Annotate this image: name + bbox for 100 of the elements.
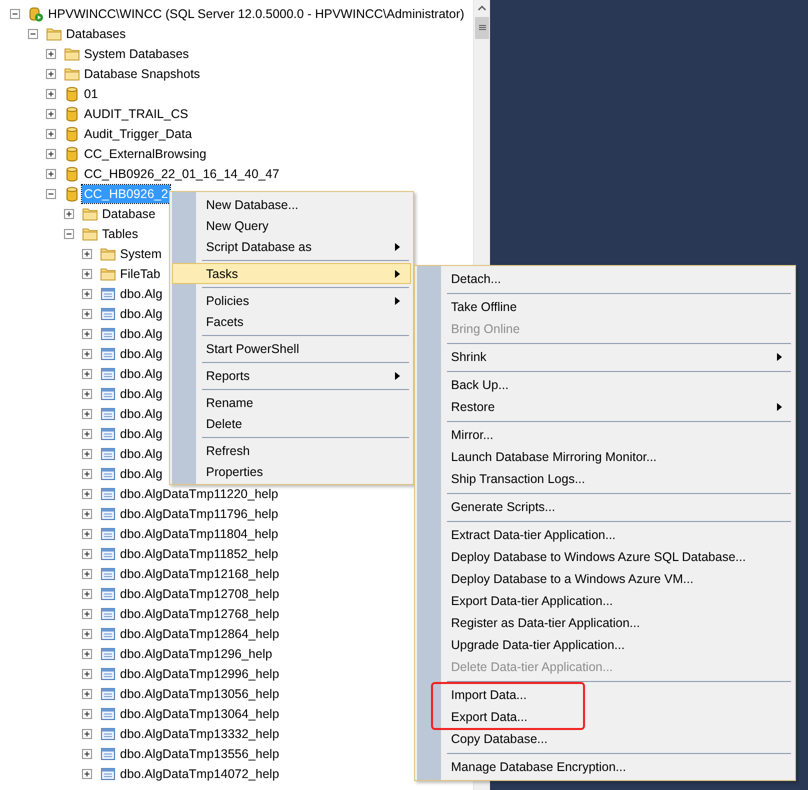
menu-item[interactable]: Register as Data-tier Application... — [417, 612, 793, 634]
expand-icon[interactable] — [82, 628, 93, 640]
tree-item[interactable]: dbo.Alg — [118, 465, 164, 483]
expand-icon[interactable] — [82, 668, 93, 680]
menu-item[interactable]: New Database... — [172, 194, 411, 215]
tree-item[interactable]: Databases — [64, 25, 128, 43]
menu-item[interactable]: Restore — [417, 396, 793, 418]
expand-icon[interactable] — [82, 488, 93, 500]
tree-item[interactable]: dbo.Alg — [118, 325, 164, 343]
tree-item[interactable]: dbo.AlgDataTmp11804_help — [118, 525, 280, 543]
expand-icon[interactable] — [82, 468, 93, 480]
expand-icon[interactable] — [82, 548, 93, 560]
expand-icon[interactable] — [46, 68, 57, 80]
tree-item[interactable]: dbo.AlgDataTmp13332_help — [118, 725, 282, 743]
expand-icon[interactable] — [82, 328, 93, 340]
expand-icon[interactable] — [82, 588, 93, 600]
collapse-icon[interactable] — [46, 188, 57, 200]
expand-icon[interactable] — [82, 708, 93, 720]
expand-icon[interactable] — [46, 168, 57, 180]
menu-item[interactable]: Ship Transaction Logs... — [417, 468, 793, 490]
tree-item[interactable]: dbo.AlgDataTmp12708_help — [118, 585, 282, 603]
tree-item[interactable]: AUDIT_TRAIL_CS — [82, 105, 190, 123]
tree-item[interactable]: dbo.AlgDataTmp12768_help — [118, 605, 282, 623]
menu-item[interactable]: Upgrade Data-tier Application... — [417, 634, 793, 656]
tree-item[interactable]: FileTab — [118, 265, 162, 283]
collapse-icon[interactable] — [10, 8, 21, 20]
menu-item[interactable]: Generate Scripts... — [417, 496, 793, 518]
expand-icon[interactable] — [46, 148, 57, 160]
expand-icon[interactable] — [82, 388, 93, 400]
tree-item[interactable]: dbo.Alg — [118, 345, 164, 363]
menu-item[interactable]: Deploy Database to Windows Azure SQL Database... — [417, 546, 793, 568]
expand-icon[interactable] — [82, 508, 93, 520]
tree-item[interactable]: 01 — [82, 85, 100, 103]
tree-item[interactable]: Database — [100, 205, 158, 223]
menu-item[interactable]: Take Offline — [417, 296, 793, 318]
menu-item[interactable]: Mirror... — [417, 424, 793, 446]
tree-item[interactable]: dbo.Alg — [118, 305, 164, 323]
tree-item[interactable]: dbo.Alg — [118, 365, 164, 383]
expand-icon[interactable] — [82, 688, 93, 700]
expand-icon[interactable] — [82, 748, 93, 760]
expand-icon[interactable] — [82, 528, 93, 540]
menu-item[interactable]: Shrink — [417, 346, 793, 368]
menu-item[interactable]: Refresh — [172, 440, 411, 461]
expand-icon[interactable] — [82, 608, 93, 620]
expand-icon[interactable] — [46, 48, 57, 60]
tree-item[interactable]: System Databases — [82, 45, 191, 63]
expand-icon[interactable] — [82, 308, 93, 320]
tree-item[interactable]: dbo.AlgDataTmp13056_help — [118, 685, 282, 703]
menu-item[interactable]: Policies — [172, 290, 411, 311]
tree-item[interactable]: Audit_Trigger_Data — [82, 125, 194, 143]
menu-item[interactable]: Tasks — [172, 263, 411, 284]
tree-item[interactable]: Database Snapshots — [82, 65, 202, 83]
scroll-thumb[interactable] — [475, 17, 489, 39]
menu-item[interactable]: Copy Database... — [417, 728, 793, 750]
tree-item[interactable]: dbo.Alg — [118, 385, 164, 403]
expand-icon[interactable] — [82, 368, 93, 380]
expand-icon[interactable] — [82, 268, 93, 280]
tree-item[interactable]: dbo.AlgDataTmp11852_help — [118, 545, 280, 563]
expand-icon[interactable] — [82, 768, 93, 780]
tree-item[interactable]: dbo.AlgDataTmp12996_help — [118, 665, 282, 683]
expand-icon[interactable] — [82, 408, 93, 420]
menu-item[interactable]: Export Data-tier Application... — [417, 590, 793, 612]
collapse-icon[interactable] — [28, 28, 39, 40]
tree-item[interactable]: System — [118, 245, 164, 263]
menu-item[interactable]: Start PowerShell — [172, 338, 411, 359]
menu-item[interactable]: Back Up... — [417, 374, 793, 396]
expand-icon[interactable] — [82, 288, 93, 300]
menu-item[interactable]: Facets — [172, 311, 411, 332]
expand-icon[interactable] — [82, 648, 93, 660]
menu-item[interactable]: Launch Database Mirroring Monitor... — [417, 446, 793, 468]
menu-item[interactable]: Delete — [172, 413, 411, 434]
tree-item[interactable]: dbo.AlgDataTmp14072_help — [118, 765, 282, 783]
expand-icon[interactable] — [82, 348, 93, 360]
menu-item[interactable]: Extract Data-tier Application... — [417, 524, 793, 546]
tree-item[interactable]: dbo.Alg — [118, 405, 164, 423]
expand-icon[interactable] — [82, 448, 93, 460]
tree-item[interactable]: dbo.Alg — [118, 285, 164, 303]
menu-item[interactable]: Detach... — [417, 268, 793, 290]
menu-item[interactable]: Reports — [172, 365, 411, 386]
tree-item[interactable]: CC_HB0926_22_01_16_14_40_47 — [82, 165, 282, 183]
expand-icon[interactable] — [46, 108, 57, 120]
tree-item[interactable]: CC_ExternalBrowsing — [82, 145, 208, 163]
expand-icon[interactable] — [46, 88, 57, 100]
tree-item[interactable]: dbo.AlgDataTmp11220_help — [118, 485, 280, 503]
menu-item[interactable]: Manage Database Encryption... — [417, 756, 793, 778]
expand-icon[interactable] — [82, 248, 93, 260]
tree-item[interactable]: dbo.AlgDataTmp11796_help — [118, 505, 280, 523]
expand-icon[interactable] — [82, 428, 93, 440]
menu-item[interactable]: Rename — [172, 392, 411, 413]
menu-item[interactable]: Deploy Database to a Windows Azure VM... — [417, 568, 793, 590]
menu-item[interactable]: Properties — [172, 461, 411, 482]
tree-item[interactable]: HPVWINCC\WINCC (SQL Server 12.0.5000.0 - HPVWINCC\Administrator) — [46, 5, 466, 23]
tree-item[interactable]: Tables — [100, 225, 140, 243]
menu-item[interactable]: Script Database as — [172, 236, 411, 257]
expand-icon[interactable] — [82, 728, 93, 740]
tree-item[interactable]: dbo.AlgDataTmp13064_help — [118, 705, 282, 723]
tree-item[interactable]: dbo.AlgDataTmp13556_help — [118, 745, 282, 763]
tree-item[interactable]: dbo.AlgDataTmp12864_help — [118, 625, 282, 643]
expand-icon[interactable] — [46, 128, 57, 140]
tree-item[interactable]: dbo.Alg — [118, 425, 164, 443]
